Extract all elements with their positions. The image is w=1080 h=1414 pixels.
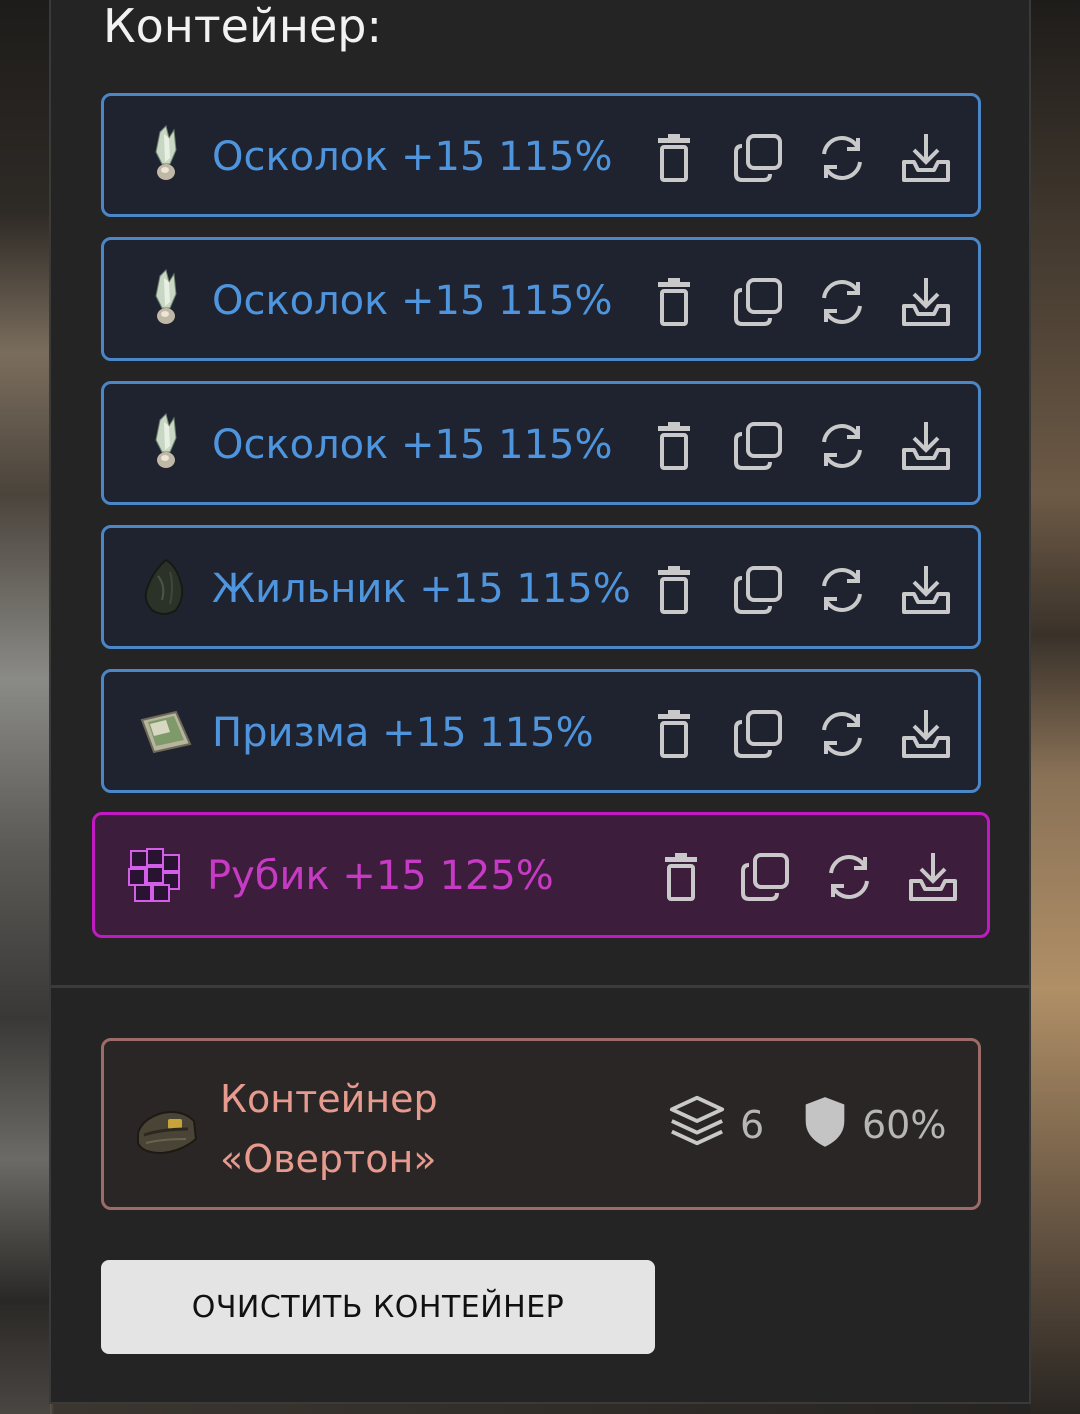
refresh-icon[interactable] xyxy=(823,849,875,905)
download-icon[interactable] xyxy=(907,849,959,905)
trash-icon[interactable] xyxy=(648,418,700,474)
prism-icon xyxy=(136,700,196,762)
artifact-row[interactable]: Осколок +15 115% xyxy=(101,237,981,361)
slots-count: 6 xyxy=(740,1103,765,1147)
container-slots: 6 xyxy=(668,1095,764,1155)
copy-icon[interactable] xyxy=(732,562,784,618)
container-panel: Контейнер: Осколок +15 115% Осколок +15 … xyxy=(49,0,1031,1404)
copy-icon[interactable] xyxy=(732,706,784,762)
copy-icon[interactable] xyxy=(732,418,784,474)
container-bag-icon xyxy=(132,1099,200,1161)
copy-icon[interactable] xyxy=(732,130,784,186)
artifact-row-rare[interactable]: Рубик +15 125% xyxy=(92,812,990,938)
download-icon[interactable] xyxy=(900,418,952,474)
panel-title: Контейнер: xyxy=(103,0,382,53)
artifact-name: Осколок +15 115% xyxy=(212,422,613,468)
background-right xyxy=(1030,0,1080,1414)
divider xyxy=(51,985,1029,988)
copy-icon[interactable] xyxy=(732,274,784,330)
shield-icon xyxy=(802,1092,848,1159)
artifact-name: Осколок +15 115% xyxy=(212,278,613,324)
shard-crystal-icon xyxy=(136,412,196,474)
artifact-row[interactable]: Жильник +15 115% xyxy=(101,525,981,649)
artifact-name: Жильник +15 115% xyxy=(212,566,631,612)
artifact-row[interactable]: Осколок +15 115% xyxy=(101,93,981,217)
refresh-icon[interactable] xyxy=(816,418,868,474)
trash-icon[interactable] xyxy=(648,274,700,330)
refresh-icon[interactable] xyxy=(816,706,868,762)
trash-icon[interactable] xyxy=(655,849,707,905)
rubik-cube-icon xyxy=(125,843,185,905)
download-icon[interactable] xyxy=(900,274,952,330)
trash-icon[interactable] xyxy=(648,130,700,186)
shard-crystal-icon xyxy=(136,268,196,330)
container-card[interactable]: Контейнер «Овертон» 6 60% xyxy=(101,1038,981,1210)
download-icon[interactable] xyxy=(900,562,952,618)
artifact-actions xyxy=(655,849,959,905)
download-icon[interactable] xyxy=(900,706,952,762)
refresh-icon[interactable] xyxy=(816,130,868,186)
clear-container-button[interactable]: ОЧИСТИТЬ КОНТЕЙНЕР xyxy=(101,1260,655,1354)
artifact-actions xyxy=(648,130,952,186)
background-left xyxy=(0,0,50,1414)
artifact-name: Призма +15 115% xyxy=(212,710,594,756)
artifact-name: Рубик +15 125% xyxy=(207,853,554,899)
container-protection: 60% xyxy=(802,1095,946,1155)
vein-stone-icon xyxy=(136,556,196,618)
artifact-actions xyxy=(648,418,952,474)
artifact-actions xyxy=(648,562,952,618)
artifact-name: Осколок +15 115% xyxy=(212,134,613,180)
copy-icon[interactable] xyxy=(739,849,791,905)
layers-icon xyxy=(668,1092,726,1159)
artifact-actions xyxy=(648,706,952,762)
trash-icon[interactable] xyxy=(648,706,700,762)
refresh-icon[interactable] xyxy=(816,562,868,618)
protection-value: 60% xyxy=(862,1103,947,1147)
container-name: Контейнер «Овертон» xyxy=(220,1077,438,1181)
artifact-actions xyxy=(648,274,952,330)
trash-icon[interactable] xyxy=(648,562,700,618)
artifact-row[interactable]: Призма +15 115% xyxy=(101,669,981,793)
artifact-row[interactable]: Осколок +15 115% xyxy=(101,381,981,505)
shard-crystal-icon xyxy=(136,124,196,186)
refresh-icon[interactable] xyxy=(816,274,868,330)
download-icon[interactable] xyxy=(900,130,952,186)
